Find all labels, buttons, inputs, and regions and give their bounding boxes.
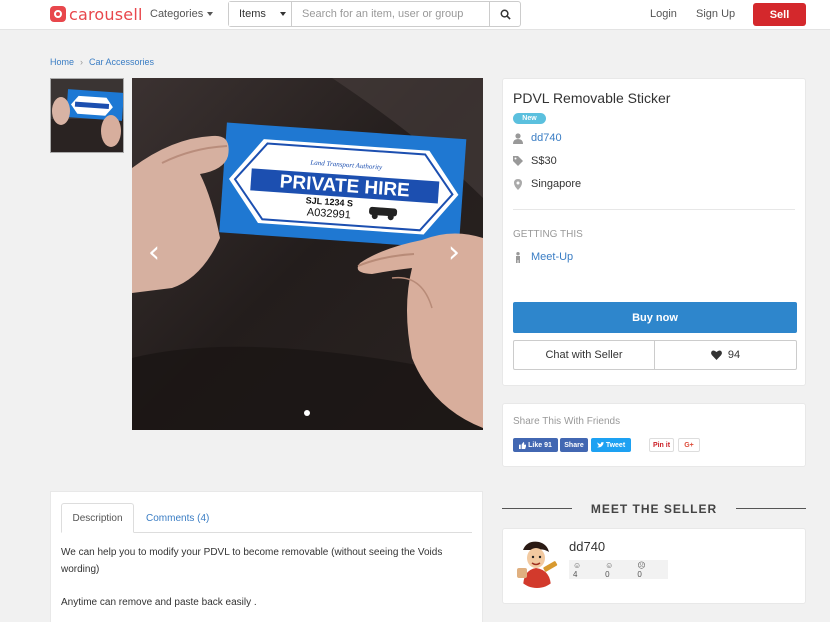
frown-icon: ☹ <box>637 560 646 570</box>
buy-now-button[interactable]: Buy now <box>513 302 797 333</box>
condition-badge: New <box>513 113 546 124</box>
categories-label: Categories <box>150 8 204 20</box>
description-line: We can help you to modify your PDVL to b… <box>61 547 443 575</box>
search-scope-dropdown[interactable]: Items <box>229 2 292 26</box>
categories-dropdown[interactable]: Categories <box>150 8 214 20</box>
thumbnail-image <box>51 79 123 152</box>
chevron-down-icon <box>207 12 214 17</box>
seller-name[interactable]: dd740 <box>569 539 605 554</box>
share-title: Share This With Friends <box>513 416 621 427</box>
facebook-share-button[interactable]: Share <box>560 438 588 452</box>
negative-count: 0 <box>637 569 642 579</box>
divider <box>513 209 795 210</box>
logo-text: carousell <box>69 4 143 24</box>
product-location: Singapore <box>531 178 582 190</box>
signup-link[interactable]: Sign Up <box>696 8 735 20</box>
google-plus-button[interactable]: G+ <box>678 438 700 452</box>
facebook-like-button[interactable]: Like 91 <box>513 438 558 452</box>
positive-count: 4 <box>573 569 578 579</box>
product-title: PDVL Removable Sticker <box>513 90 671 106</box>
getting-this-label: GETTING THIS <box>513 229 583 240</box>
twitter-bird-icon <box>596 442 604 448</box>
search-bar: Items <box>228 1 521 27</box>
carousel-dot[interactable] <box>304 410 310 416</box>
tab-description[interactable]: Description <box>61 503 134 533</box>
search-button[interactable] <box>489 2 520 26</box>
neutral-face-icon: ☺ <box>605 560 614 570</box>
next-arrow-icon[interactable]: › <box>448 238 460 268</box>
breadcrumb-home[interactable]: Home <box>50 57 74 67</box>
pinterest-button[interactable]: Pin it <box>649 438 674 452</box>
thumbs-up-icon <box>519 441 527 449</box>
like-button[interactable]: 94 <box>654 340 797 370</box>
seller-card: dd740 ☺ 4 ☺ 0 ☹ 0 <box>502 528 806 604</box>
search-scope-label: Items <box>239 8 266 20</box>
chevron-down-icon <box>279 12 286 16</box>
product-price: S$30 <box>531 155 557 167</box>
seller-reviews[interactable]: ☺ 4 ☺ 0 ☹ 0 <box>569 560 668 579</box>
meet-the-seller-heading: MEET THE SELLER <box>502 500 806 518</box>
seller-row: dd740 <box>513 132 562 144</box>
user-icon <box>513 132 523 144</box>
person-walking-icon <box>516 251 520 263</box>
smile-icon: ☺ <box>573 560 582 570</box>
heart-icon <box>710 350 722 360</box>
gallery-thumbnail[interactable] <box>50 78 124 153</box>
search-icon <box>500 9 511 20</box>
product-photo[interactable]: PRIVATE HIRE Land Transport Authority SJ… <box>132 78 483 430</box>
description-body: We can help you to modify your PDVL to b… <box>61 544 476 611</box>
sell-button[interactable]: Sell <box>753 3 806 26</box>
breadcrumb-car-accessories[interactable]: Car Accessories <box>89 57 154 67</box>
like-count: 94 <box>727 349 741 361</box>
meet-the-seller-title: MEET THE SELLER <box>590 502 718 516</box>
neutral-review: ☺ 0 <box>605 561 625 579</box>
chevron-right-icon: › <box>80 57 84 67</box>
price-tag-icon <box>513 156 523 166</box>
seller-link[interactable]: dd740 <box>531 132 562 144</box>
product-info-card: PDVL Removable Sticker New dd740 S$30 Si… <box>502 78 806 386</box>
facebook-like-label: Like 91 <box>528 441 552 449</box>
share-card: Share This With Friends Like 91 Share Tw… <box>502 403 806 467</box>
chat-with-seller-button[interactable]: Chat with Seller <box>513 340 655 370</box>
previous-arrow-icon[interactable]: ‹ <box>148 238 160 268</box>
description-card: Description Comments (4) We can help you… <box>50 491 483 622</box>
negative-review: ☹ 0 <box>637 561 657 579</box>
avatar[interactable] <box>513 538 561 588</box>
carousell-logo[interactable]: carousell <box>50 4 143 24</box>
search-input[interactable] <box>292 2 489 26</box>
location-pin-icon <box>514 178 522 190</box>
meetup-row: Meet-Up <box>513 251 573 263</box>
breadcrumb: Home › Car Accessories <box>50 57 154 67</box>
neutral-count: 0 <box>605 569 610 579</box>
description-line: Anytime can remove and paste back easily… <box>61 597 257 608</box>
carousell-logo-icon <box>50 6 66 22</box>
tweet-button[interactable]: Tweet <box>591 438 631 452</box>
location-row: Singapore <box>513 178 581 190</box>
positive-review: ☺ 4 <box>573 561 593 579</box>
meetup-link[interactable]: Meet-Up <box>531 251 573 263</box>
seller-avatar-image <box>513 538 561 588</box>
price-row: S$30 <box>513 155 557 167</box>
product-image: PRIVATE HIRE Land Transport Authority SJ… <box>132 78 483 430</box>
login-link[interactable]: Login <box>650 8 677 20</box>
tweet-label: Tweet <box>605 441 626 449</box>
top-navbar: carousell Categories Items Login Sign Up… <box>0 0 830 30</box>
tab-comments[interactable]: Comments (4) <box>146 503 209 533</box>
